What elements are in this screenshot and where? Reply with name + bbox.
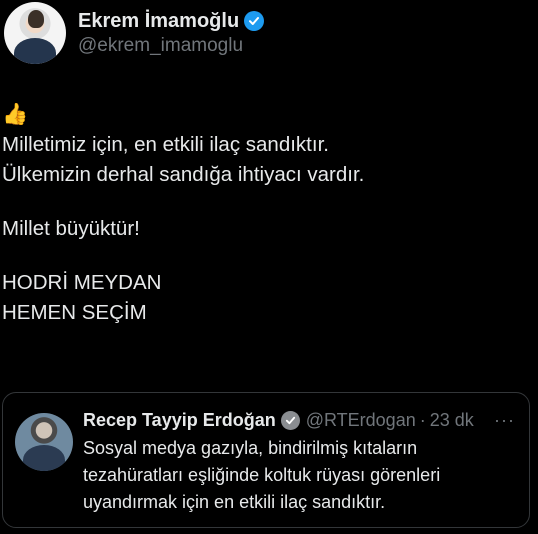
author-avatar[interactable] [4,2,66,64]
tweet-line: HODRİ MEYDAN [2,271,162,294]
quoted-tweet[interactable]: Recep Tayyip Erdoğan @RTErdogan · 23 dk … [2,392,530,528]
quoted-tweet-text: Sosyal medya gazıyla, bindirilmiş kıtala… [83,435,523,516]
more-options-icon[interactable]: ··· [494,410,515,431]
quoted-line: tezahüratları eşliğinde koltuk rüyası gö… [83,465,441,485]
thumbs-up-emoji: 👍 [2,103,29,126]
author-name-row: Ekrem İmamoğlu [78,10,265,33]
quoted-line: Sosyal medya gazıyla, bindirilmiş kıtala… [83,438,418,458]
separator-dot: · [419,410,426,430]
author-handle[interactable]: @ekrem_imamoglu [78,35,264,57]
quoted-timestamp[interactable]: 23 dk [430,410,474,431]
quoted-tweet-header: Recep Tayyip Erdoğan @RTErdogan · 23 dk … [83,410,515,431]
verified-badge-icon [244,11,265,31]
gray-verified-badge-icon [280,411,300,430]
tweet-header: Ekrem İmamoğlu @ekrem_imamoglu [4,2,265,64]
tweet-text: 👍 Milletimiz için, en etkili ilaç sandık… [2,100,364,328]
tweet-line: HEMEN SEÇİM [2,301,147,324]
quoted-author-name[interactable]: Recep Tayyip Erdoğan [83,410,276,431]
quoted-author-handle[interactable]: @RTErdogan [306,410,416,431]
quoted-line: uyandırmak için en etkili ilaç sandıktır… [83,492,386,512]
quoted-author-avatar[interactable] [15,413,73,471]
tweet-line: Ülkemizin derhal sandığa ihtiyacı vardır… [2,163,365,186]
author-names: Ekrem İmamoğlu @ekrem_imamoglu [78,10,265,57]
author-display-name[interactable]: Ekrem İmamoğlu [78,10,239,33]
tweet-line: Millet büyüktür! [2,217,140,240]
tweet-line: Milletimiz için, en etkili ilaç sandıktı… [2,133,329,156]
